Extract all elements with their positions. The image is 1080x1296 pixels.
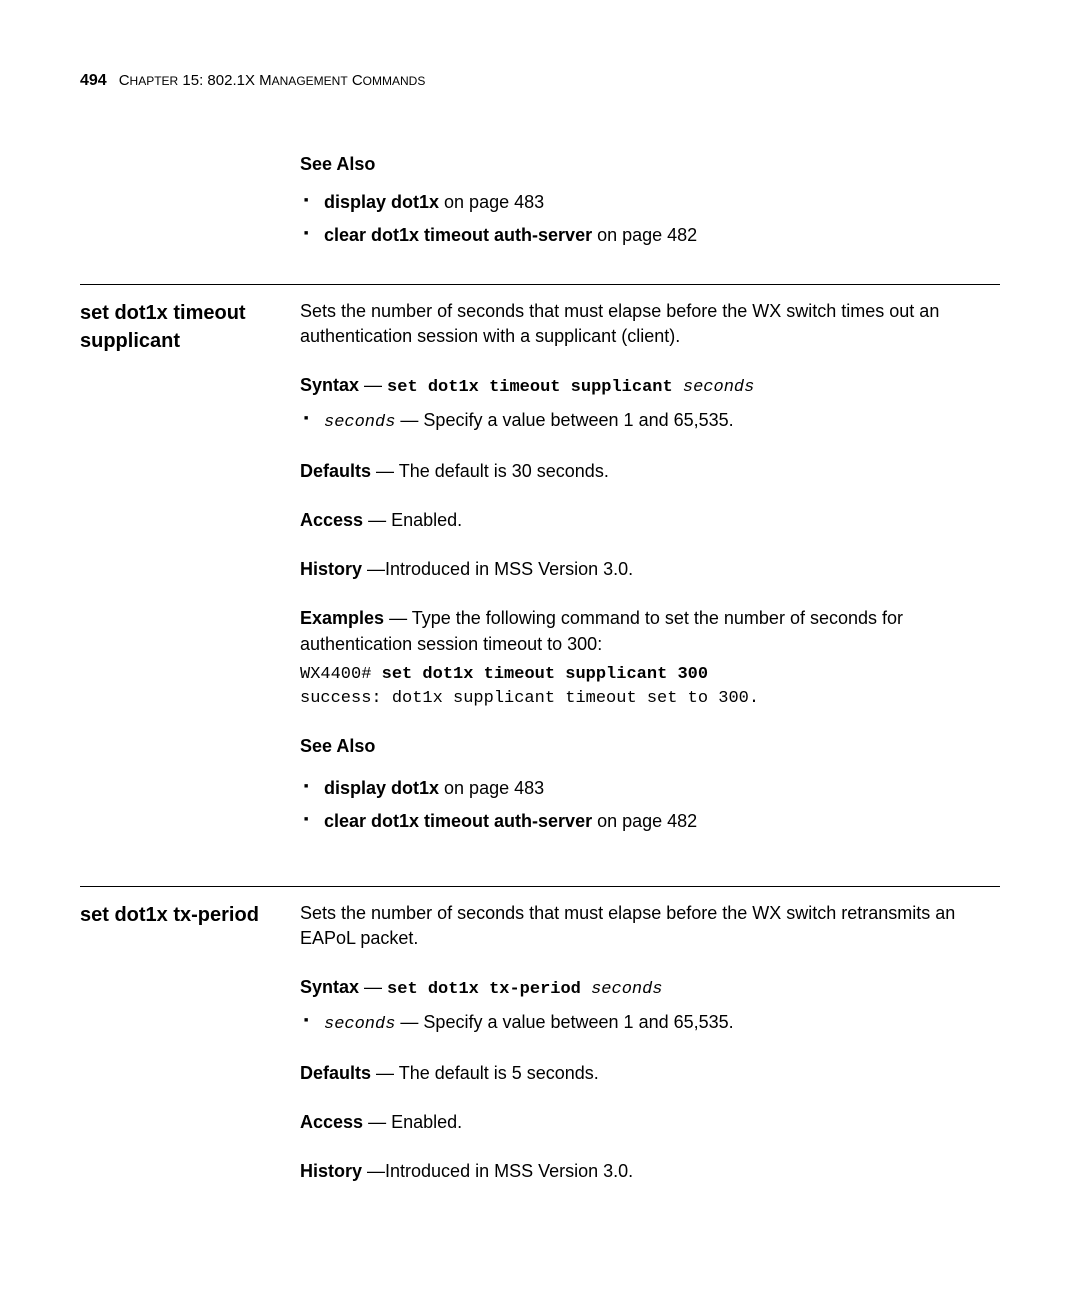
param-list: seconds — Specify a value between 1 and …	[300, 408, 1000, 435]
defaults-label: Defaults	[300, 461, 371, 481]
section-supplicant: set dot1x timeout supplicant Sets the nu…	[80, 284, 1000, 850]
syntax-cmd: set dot1x tx-period	[387, 980, 591, 999]
access-text: — Enabled.	[363, 510, 462, 530]
see-also-heading: See Also	[300, 734, 1000, 759]
syntax-param: seconds	[591, 980, 662, 999]
history-block: History —Introduced in MSS Version 3.0.	[300, 1159, 1000, 1184]
link-text: clear dot1x timeout auth-server	[324, 225, 592, 245]
access-block: Access — Enabled.	[300, 508, 1000, 533]
link-text: display dot1x	[324, 778, 439, 798]
link-text: clear dot1x timeout auth-server	[324, 811, 592, 831]
see-also-list: display dot1x on page 483 clear dot1x ti…	[300, 190, 1000, 248]
param-name: seconds	[324, 413, 395, 432]
examples-text: — Type the following command to set the …	[300, 608, 903, 653]
list-item: seconds — Specify a value between 1 and …	[300, 1010, 1000, 1037]
examples-block: Examples — Type the following command to…	[300, 606, 1000, 656]
syntax-label: Syntax	[300, 375, 359, 395]
history-text: —Introduced in MSS Version 3.0.	[362, 1161, 633, 1181]
history-label: History	[300, 559, 362, 579]
list-item: clear dot1x timeout auth-server on page …	[300, 223, 1000, 248]
page-header: 494 CHAPTER 15: 802.1X MANAGEMENT COMMAN…	[80, 70, 1000, 92]
list-item: clear dot1x timeout auth-server on page …	[300, 809, 1000, 834]
param-desc: — Specify a value between 1 and 65,535.	[395, 410, 733, 430]
intro-text: Sets the number of seconds that must ela…	[300, 299, 1000, 349]
param-name: seconds	[324, 1015, 395, 1034]
list-item: display dot1x on page 483	[300, 190, 1000, 215]
intro-text: Sets the number of seconds that must ela…	[300, 901, 1000, 951]
list-item: seconds — Specify a value between 1 and …	[300, 408, 1000, 435]
section-txperiod: set dot1x tx-period Sets the number of s…	[80, 886, 1000, 1185]
history-text: —Introduced in MSS Version 3.0.	[362, 559, 633, 579]
examples-label: Examples	[300, 608, 384, 628]
access-label: Access	[300, 1112, 363, 1132]
chapter-title: CHAPTER 15: 802.1X MANAGEMENT COMMANDS	[119, 70, 426, 91]
defaults-text: — The default is 30 seconds.	[371, 461, 609, 481]
syntax-cmd: set dot1x timeout supplicant	[387, 378, 683, 397]
code-example: WX4400# set dot1x timeout supplicant 300…	[300, 663, 1000, 711]
defaults-block: Defaults — The default is 5 seconds.	[300, 1061, 1000, 1086]
history-block: History —Introduced in MSS Version 3.0.	[300, 557, 1000, 582]
history-label: History	[300, 1161, 362, 1181]
section-body: Sets the number of seconds that must ela…	[300, 901, 1000, 1185]
page-ref: on page 482	[592, 811, 697, 831]
defaults-text: — The default is 5 seconds.	[371, 1063, 599, 1083]
see-also-list: display dot1x on page 483 clear dot1x ti…	[300, 776, 1000, 834]
section-heading: set dot1x tx-period	[80, 901, 300, 929]
page-number: 494	[80, 70, 107, 92]
defaults-label: Defaults	[300, 1063, 371, 1083]
syntax-param: seconds	[683, 378, 754, 397]
see-also-block-top: See Also display dot1x on page 483 clear…	[300, 152, 1000, 248]
param-list: seconds — Specify a value between 1 and …	[300, 1010, 1000, 1037]
page-ref: on page 483	[439, 192, 544, 212]
access-text: — Enabled.	[363, 1112, 462, 1132]
syntax-block: Syntax — set dot1x tx-period seconds	[300, 975, 1000, 1002]
page-ref: on page 482	[592, 225, 697, 245]
access-block: Access — Enabled.	[300, 1110, 1000, 1135]
access-label: Access	[300, 510, 363, 530]
param-desc: — Specify a value between 1 and 65,535.	[395, 1012, 733, 1032]
syntax-label: Syntax	[300, 977, 359, 997]
section-body: Sets the number of seconds that must ela…	[300, 299, 1000, 850]
see-also-heading: See Also	[300, 152, 1000, 177]
list-item: display dot1x on page 483	[300, 776, 1000, 801]
defaults-block: Defaults — The default is 30 seconds.	[300, 459, 1000, 484]
page-ref: on page 483	[439, 778, 544, 798]
section-heading: set dot1x timeout supplicant	[80, 299, 300, 355]
syntax-block: Syntax — set dot1x timeout supplicant se…	[300, 373, 1000, 400]
link-text: display dot1x	[324, 192, 439, 212]
